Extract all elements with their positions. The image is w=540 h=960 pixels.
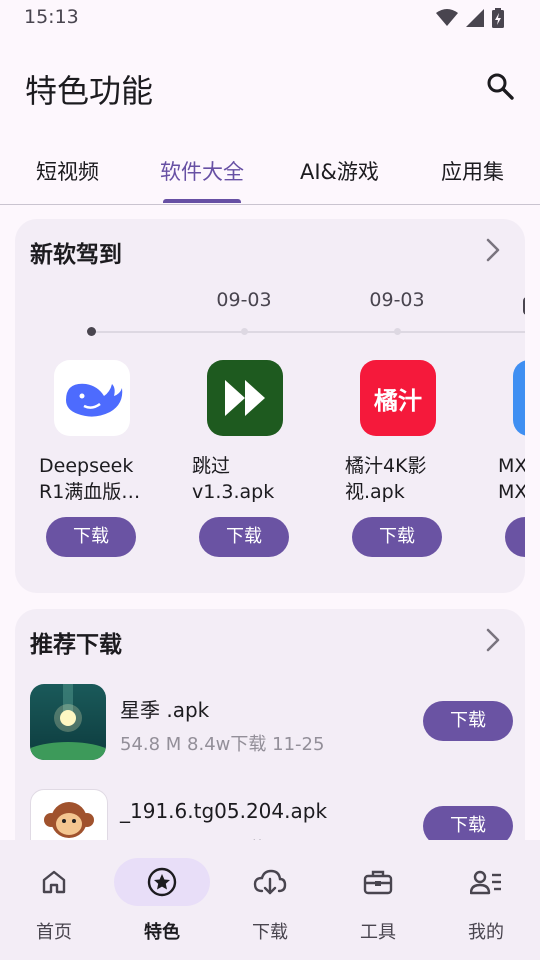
toolbox-icon (358, 862, 398, 902)
nav-item-featured[interactable]: 特色 (108, 840, 216, 960)
nav-label: 我的 (468, 922, 504, 943)
download-button[interactable]: 下载 (423, 701, 513, 741)
tab-software[interactable]: 软件大全 (160, 156, 244, 186)
user-list-icon (466, 862, 506, 902)
timeline-date: 09-03 (369, 289, 425, 311)
new-app-name: Deepseek R1满血版… (39, 455, 141, 503)
status-time: 15:13 (24, 6, 79, 28)
juzhi-icon-text: 橘汁 (374, 386, 422, 415)
recommended-meta: 54.8 M 8.4w下载 11-25 (120, 734, 325, 755)
deepseek-whale-icon (54, 360, 130, 436)
wifi-icon (436, 9, 458, 26)
download-button[interactable]: 下载 (199, 517, 289, 557)
timeline-date-partial (523, 297, 525, 315)
skip-forward-icon (207, 360, 283, 436)
search-icon (487, 73, 514, 100)
app-bar: 特色功能 (0, 48, 540, 128)
nav-label: 工具 (360, 922, 396, 943)
new-software-title: 新软驾到 (30, 242, 122, 268)
search-button[interactable] (482, 68, 518, 104)
tab-app-collection[interactable]: 应用集 (441, 156, 504, 186)
page-title: 特色功能 (25, 72, 154, 110)
download-button[interactable]: 下载 (46, 517, 136, 557)
mx-player-icon (513, 360, 525, 436)
new-software-more-button[interactable] (483, 237, 503, 267)
tab-ai-games[interactable]: AI&游戏 (300, 156, 379, 186)
bottom-nav: 首页 特色 下载 工具 我的 (0, 840, 540, 960)
nav-item-downloads[interactable]: 下载 (216, 840, 324, 960)
timeline-date: 09-03 (216, 289, 272, 311)
new-app-name: 橘汁4K影视.apk (345, 455, 427, 503)
nav-item-tools[interactable]: 工具 (324, 840, 432, 960)
battery-charging-icon (492, 8, 504, 28)
nav-label: 特色 (144, 922, 180, 943)
timeline-dot (394, 328, 401, 335)
nav-item-home[interactable]: 首页 (0, 840, 108, 960)
nav-label: 首页 (36, 922, 72, 943)
download-button[interactable]: 下载 (352, 517, 442, 557)
timeline (92, 331, 525, 333)
recommended-item[interactable]: 星季 .apk 54.8 M 8.4w下载 11-25 下载 (15, 684, 525, 764)
chevron-right-icon (486, 238, 500, 262)
tab-short-video[interactable]: 短视频 (36, 156, 99, 186)
status-icons (436, 8, 504, 28)
download-button[interactable] (505, 517, 525, 557)
recommended-name: 星季 .apk (120, 698, 210, 722)
recommended-title: 推荐下载 (30, 632, 122, 658)
recommended-card: 推荐下载 星季 .apk 54.8 M 8.4w下载 11-25 下载 _191… (15, 609, 525, 869)
new-app-name: MX MX (498, 455, 525, 503)
signal-icon (466, 9, 484, 27)
status-bar: 15:13 (0, 0, 540, 36)
juzhi-icon: 橘汁 (360, 360, 436, 436)
tab-indicator (163, 199, 241, 203)
home-icon (34, 862, 74, 902)
recommended-name: _191.6.tg05.204.apk (120, 799, 328, 823)
tab-bar: 短视频 软件大全 AI&游戏 应用集 (0, 140, 540, 205)
nav-item-profile[interactable]: 我的 (432, 840, 540, 960)
nav-label: 下载 (252, 922, 288, 943)
timeline-dot (87, 327, 96, 336)
recommended-more-button[interactable] (483, 627, 503, 657)
xingji-icon (30, 684, 106, 760)
new-app-name: 跳过 v1.3.apk (192, 455, 275, 503)
timeline-dot (241, 328, 248, 335)
cloud-download-icon (250, 862, 290, 902)
star-circle-icon (142, 862, 182, 902)
new-software-card: 新软驾到 09-03 09-03 Deepseek R1满血版… 下载 跳过 v… (15, 219, 525, 593)
chevron-right-icon (486, 628, 500, 652)
